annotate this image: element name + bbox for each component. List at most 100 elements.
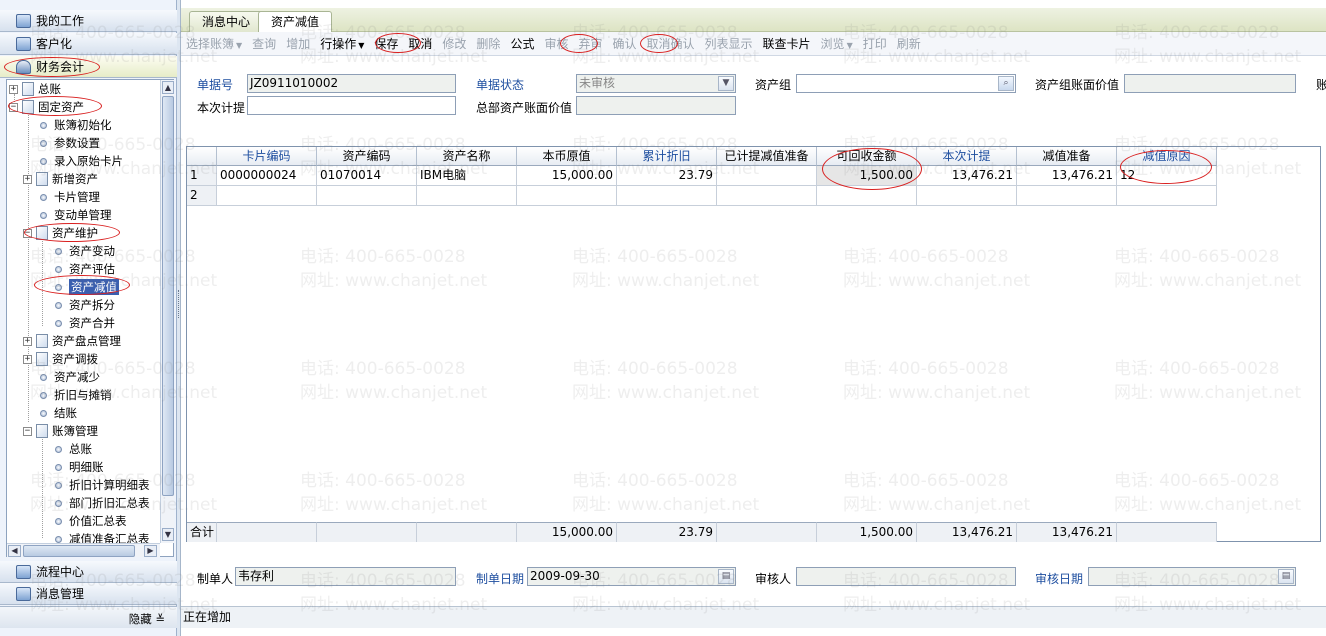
grid-column-header[interactable]: 资产名称 xyxy=(417,147,517,166)
tree-node-detail-ledger[interactable]: 明细账 xyxy=(52,458,104,476)
tab-message-center[interactable]: 消息中心 xyxy=(189,11,264,32)
grid-column-header[interactable]: 减值原因 xyxy=(1117,147,1217,166)
grid-cell[interactable]: IBM电脑 xyxy=(417,166,517,186)
grid-cell[interactable] xyxy=(1117,186,1217,206)
review-date-field[interactable]: ▤ xyxy=(1088,567,1296,586)
module-workflow[interactable]: 流程中心 xyxy=(0,561,177,583)
tree-node-department-depreciation[interactable]: 部门折旧汇总表 xyxy=(52,494,150,512)
grid-cell[interactable] xyxy=(617,186,717,206)
grid-cell[interactable] xyxy=(417,186,517,206)
doc-no-field[interactable]: JZ0911010002 xyxy=(247,74,456,93)
grid-cell[interactable]: 01070014 xyxy=(317,166,417,186)
toolbar-button-11[interactable]: 确认 xyxy=(612,35,636,52)
grid-cell[interactable] xyxy=(317,186,417,206)
tree-node-closing[interactable]: 结账 xyxy=(37,404,77,422)
tree-node-asset-evaluation[interactable]: 资产评估 xyxy=(52,260,115,278)
toolbar-button-0[interactable]: 选择账簿 ▼ xyxy=(186,35,242,52)
tree-node-fixed-assets[interactable]: − 固定资产 xyxy=(9,98,84,116)
maker-field[interactable]: 韦存利 xyxy=(235,567,456,586)
scroll-down-icon[interactable]: ▼ xyxy=(162,528,174,541)
toolbar-button-7[interactable]: 删除 xyxy=(476,35,500,52)
chevron-down-icon[interactable]: ▼ xyxy=(718,76,734,91)
tree-node-asset-reduction[interactable]: 资产减少 xyxy=(37,368,100,386)
grid-column-header[interactable]: 资产编码 xyxy=(317,147,417,166)
grid-column-header[interactable]: 可回收金额 xyxy=(817,147,917,166)
module-customize[interactable]: 客户化 xyxy=(0,33,177,55)
grid-column-header[interactable]: 减值准备 xyxy=(1017,147,1117,166)
grid-cell[interactable] xyxy=(217,186,317,206)
tree-node-asset-inventory[interactable]: + 资产盘点管理 xyxy=(23,332,121,350)
asset-group-book-value-field[interactable] xyxy=(1124,74,1296,93)
module-finance[interactable]: 财务会计 xyxy=(0,56,177,78)
scroll-right-icon[interactable]: ▶ xyxy=(144,545,157,557)
toolbar-button-6[interactable]: 修改 xyxy=(442,35,466,52)
toolbar-button-16[interactable]: 打印 xyxy=(863,35,887,52)
toolbar-button-13[interactable]: 列表显示 xyxy=(705,35,753,52)
asset-group-field[interactable]: ⌕ xyxy=(796,74,1016,93)
hide-button[interactable]: 隐藏 ≚ xyxy=(129,611,165,627)
grid-cell[interactable]: 13,476.21 xyxy=(1017,166,1117,186)
tree-vertical-scrollbar[interactable]: ▲ ▼ xyxy=(160,80,174,543)
splitter-grip-icon[interactable] xyxy=(178,290,180,318)
grid-cell[interactable] xyxy=(717,166,817,186)
tree-node-general-ledger[interactable]: + 总账 xyxy=(9,80,61,98)
grid-row-index[interactable]: 1 xyxy=(187,166,217,186)
tree-node-card-management[interactable]: 卡片管理 xyxy=(37,188,100,206)
grid-cell[interactable]: 23.79 xyxy=(617,166,717,186)
module-my-work[interactable]: 我的工作 xyxy=(0,10,177,32)
grid-cell[interactable]: 0000000024 xyxy=(217,166,317,186)
expand-icon[interactable]: + xyxy=(23,336,32,346)
toolbar-button-10[interactable]: 弃审 xyxy=(578,35,602,52)
grid-column-header[interactable]: 累计折旧 xyxy=(617,147,717,166)
total-book-value-field[interactable] xyxy=(576,96,736,115)
toolbar-button-17[interactable]: 刷新 xyxy=(897,35,921,52)
tree-node-enter-original-card[interactable]: 录入原始卡片 xyxy=(37,152,123,170)
tree-node-ledger-report[interactable]: 总账 xyxy=(52,440,92,458)
expand-icon[interactable]: + xyxy=(23,174,32,184)
grid-cell[interactable] xyxy=(917,186,1017,206)
tree-node-parameter-settings[interactable]: 参数设置 xyxy=(37,134,100,152)
tree-node-book-management[interactable]: − 账簿管理 xyxy=(23,422,98,440)
tree-node-change-doc-management[interactable]: 变动单管理 xyxy=(37,206,112,224)
tree-node-depreciation[interactable]: 折旧与摊销 xyxy=(37,386,112,404)
grid-cell[interactable]: 1,500.00 xyxy=(817,166,917,186)
expand-icon[interactable]: + xyxy=(23,354,32,364)
grid-cell[interactable] xyxy=(817,186,917,206)
tree-node-asset-split[interactable]: 资产拆分 xyxy=(52,296,115,314)
calendar-icon[interactable]: ▤ xyxy=(718,569,734,584)
toolbar-button-8[interactable]: 公式 xyxy=(510,35,534,52)
module-messages[interactable]: 消息管理 xyxy=(0,583,177,605)
toolbar-button-5[interactable]: 取消 xyxy=(408,35,432,52)
expand-icon[interactable]: + xyxy=(9,84,18,94)
collapse-icon[interactable]: − xyxy=(23,228,32,238)
reviewer-field[interactable] xyxy=(796,567,1016,586)
tree-horizontal-scrollbar[interactable]: ◀ ▶ xyxy=(7,543,160,557)
toolbar-button-3[interactable]: 行操作 ▼ xyxy=(320,35,364,52)
tree-node-asset-maintenance[interactable]: − 资产维护 xyxy=(23,224,98,242)
tab-asset-impairment[interactable]: 资产减值 xyxy=(258,11,333,33)
tree-node-value-summary[interactable]: 价值汇总表 xyxy=(52,512,127,530)
search-icon[interactable]: ⌕ xyxy=(998,76,1014,91)
grid-row-index[interactable]: 2 xyxy=(187,186,217,206)
toolbar-button-4[interactable]: 保存 xyxy=(374,35,398,52)
tree-node-asset-transfer[interactable]: + 资产调拨 xyxy=(23,350,98,368)
scroll-up-icon[interactable]: ▲ xyxy=(162,81,174,94)
tree-node-book-init[interactable]: 账簿初始化 xyxy=(37,116,112,134)
toolbar-button-9[interactable]: 审核 xyxy=(544,35,568,52)
tree-node-asset-merge[interactable]: 资产合并 xyxy=(52,314,115,332)
collapse-icon[interactable]: − xyxy=(23,426,32,436)
grid-cell[interactable] xyxy=(517,186,617,206)
calendar-icon[interactable]: ▤ xyxy=(1278,569,1294,584)
scroll-left-icon[interactable]: ◀ xyxy=(8,545,21,557)
tree-node-asset-change[interactable]: 资产变动 xyxy=(52,242,115,260)
toolbar-button-12[interactable]: 取消确认 xyxy=(647,35,695,52)
grid-cell[interactable]: 12 xyxy=(1117,166,1217,186)
collapse-icon[interactable]: − xyxy=(9,102,18,112)
doc-status-select[interactable]: 未审核 ▼ xyxy=(576,74,736,93)
grid-column-header[interactable]: 已计提减值准备 xyxy=(717,147,817,166)
grid-column-header[interactable]: 卡片编码 xyxy=(217,147,317,166)
scroll-thumb[interactable] xyxy=(162,96,174,496)
toolbar-button-1[interactable]: 查询 xyxy=(252,35,276,52)
grid-cell[interactable]: 15,000.00 xyxy=(517,166,617,186)
this-provision-field[interactable] xyxy=(247,96,456,115)
